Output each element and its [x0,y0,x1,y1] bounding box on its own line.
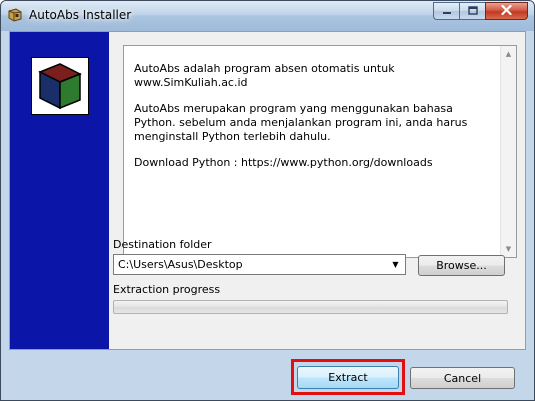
browse-button[interactable]: Browse... [418,255,505,276]
extraction-progress-label: Extraction progress [113,283,221,296]
readme-paragraph: AutoAbs merupakan program yang menggunak… [134,102,468,143]
destination-folder-value[interactable]: C:\Users\Asus\Desktop [118,258,243,271]
close-icon [501,4,512,18]
title-bar[interactable]: AutoAbs Installer [1,1,534,31]
chevron-down-icon[interactable]: ▼ [388,257,403,272]
package-box-icon [38,63,82,110]
caption-buttons [433,2,528,21]
side-banner [10,32,109,349]
maximize-button[interactable] [459,2,485,20]
readme-paragraph: AutoAbs adalah program absen otomatis un… [134,62,395,89]
readme-scrollbar[interactable]: ▲ ▼ [500,46,516,257]
cancel-button[interactable]: Cancel [410,367,515,389]
destination-folder-combobox[interactable]: C:\Users\Asus\Desktop ▼ [113,254,406,275]
scroll-up-arrow-icon[interactable]: ▲ [501,46,516,62]
readme-text: AutoAbs adalah program absen otomatis un… [134,62,496,182]
minimize-button[interactable] [433,2,459,20]
readme-textbox[interactable]: AutoAbs adalah program absen otomatis un… [123,45,517,258]
extract-button[interactable]: Extract [297,366,399,389]
readme-paragraph: Download Python : https://www.python.org… [134,156,433,169]
maximize-icon [467,5,478,18]
extraction-progress-bar [113,300,508,314]
installer-window: AutoAbs Installer AutoAbs adalah program… [0,0,535,401]
installer-logo [31,57,89,115]
installer-app-icon [7,7,23,23]
close-button[interactable] [485,2,528,20]
minimize-icon [442,5,452,18]
destination-folder-label: Destination folder [113,238,212,251]
window-title: AutoAbs Installer [29,8,132,22]
